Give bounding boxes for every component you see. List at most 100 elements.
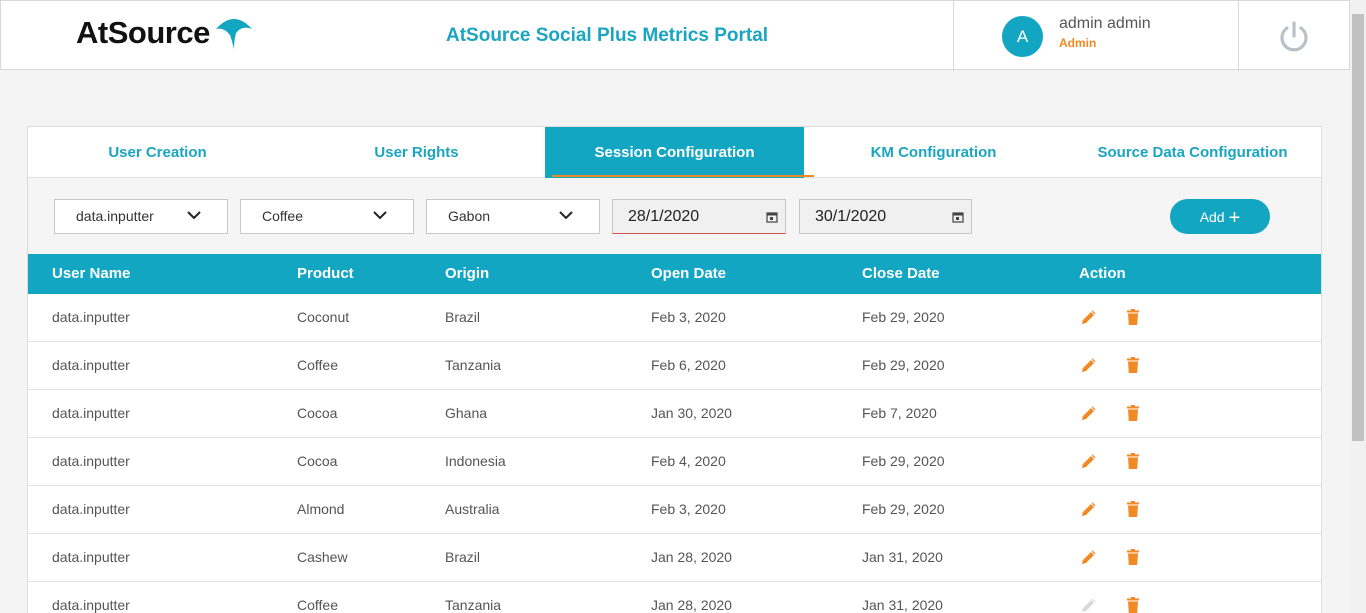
product-cell: Almond	[297, 501, 345, 517]
open-date-input[interactable]: 28/1/2020	[612, 199, 786, 234]
chevron-down-icon	[559, 211, 573, 220]
close-date-cell: Feb 29, 2020	[862, 309, 945, 325]
origin-cell: Australia	[445, 501, 500, 517]
user-name-cell: data.inputter	[52, 405, 130, 421]
close-date-cell: Jan 31, 2020	[862, 549, 943, 565]
user-select[interactable]: data.inputter	[54, 199, 228, 234]
open-date-cell: Feb 3, 2020	[651, 309, 726, 325]
close-date-value: 30/1/2020	[815, 208, 887, 225]
pencil-edit-icon[interactable]	[1080, 308, 1098, 326]
avatar[interactable]: A	[1002, 16, 1043, 57]
app-header: AtSource AtSource Social Plus Metrics Po…	[0, 0, 1350, 71]
pencil-edit-icon[interactable]	[1080, 500, 1098, 518]
column-header-action: Action	[1079, 265, 1126, 282]
table-header: User Name Product Origin Open Date Close…	[28, 254, 1321, 294]
close-date-cell: Feb 29, 2020	[862, 453, 945, 469]
origin-select[interactable]: Gabon	[426, 199, 600, 234]
origin-cell: Indonesia	[445, 453, 506, 469]
leaf-logo-icon	[215, 19, 252, 49]
product-cell: Coffee	[297, 357, 338, 373]
user-name-cell: data.inputter	[52, 309, 130, 325]
origin-cell: Brazil	[445, 549, 481, 565]
table-row: data.inputter Cashew Brazil Jan 28, 2020 Jan…	[28, 534, 1321, 582]
tab-session-configuration[interactable]: Session Configuration	[545, 127, 804, 178]
trash-delete-icon[interactable]	[1124, 452, 1142, 470]
close-date-cell: Feb 29, 2020	[862, 357, 945, 373]
trash-delete-icon[interactable]	[1124, 308, 1142, 326]
power-logout-icon[interactable]	[1277, 20, 1311, 54]
table-row: data.inputter Almond Australia Feb 3, 2020 F…	[28, 486, 1321, 534]
close-date-cell: Feb 7, 2020	[862, 405, 937, 421]
user-name-cell: data.inputter	[52, 549, 130, 565]
open-date-cell: Jan 28, 2020	[651, 597, 732, 613]
user-select-value: data.inputter	[76, 208, 154, 224]
tab-km-configuration[interactable]: KM Configuration	[804, 127, 1063, 178]
tab-bar: User Creation User Rights Session Config…	[28, 127, 1321, 178]
table-row: data.inputter Coffee Tanzania Feb 6, 2020 Fe…	[28, 342, 1321, 390]
trash-delete-icon[interactable]	[1124, 548, 1142, 566]
atsource-logo[interactable]: AtSource	[76, 15, 254, 51]
chevron-down-icon	[187, 211, 201, 220]
pencil-edit-icon[interactable]	[1080, 404, 1098, 422]
trash-delete-icon[interactable]	[1124, 596, 1142, 613]
table-row: data.inputter Coconut Brazil Feb 3, 2020 Feb…	[28, 294, 1321, 342]
calendar-icon[interactable]	[766, 211, 778, 223]
tab-user-rights[interactable]: User Rights	[287, 127, 546, 178]
product-select-value: Coffee	[262, 208, 303, 224]
user-role: Admin	[1059, 36, 1097, 50]
plus-icon: +	[1228, 207, 1241, 229]
trash-delete-icon[interactable]	[1124, 356, 1142, 374]
user-name-cell: data.inputter	[52, 357, 130, 373]
user-name-cell: data.inputter	[52, 453, 130, 469]
tab-user-creation[interactable]: User Creation	[28, 127, 287, 178]
portal-title: AtSource Social Plus Metrics Portal	[446, 25, 769, 46]
calendar-icon[interactable]	[952, 211, 964, 223]
table-row: data.inputter Coffee Tanzania Jan 28, 2020 J…	[28, 582, 1321, 613]
origin-cell: Tanzania	[445, 597, 502, 613]
close-date-input[interactable]: 30/1/2020	[799, 199, 972, 234]
user-name-cell: data.inputter	[52, 501, 130, 517]
open-date-cell: Feb 3, 2020	[651, 501, 726, 517]
column-header-origin[interactable]: Origin	[445, 254, 489, 294]
close-date-cell: Feb 29, 2020	[862, 501, 945, 517]
open-date-value: 28/1/2020	[628, 208, 700, 225]
product-cell: Cocoa	[297, 405, 338, 421]
column-header-user-name[interactable]: User Name	[52, 254, 130, 294]
add-session-button[interactable]: Add +	[1170, 199, 1270, 234]
logo-text: AtSource	[76, 15, 210, 50]
pencil-edit-icon[interactable]	[1080, 548, 1098, 566]
user-name: admin admin	[1059, 15, 1151, 32]
pencil-edit-icon[interactable]	[1080, 596, 1098, 613]
active-tab-indicator	[552, 175, 814, 177]
product-cell: Cocoa	[297, 453, 338, 469]
pencil-edit-icon[interactable]	[1080, 356, 1098, 374]
product-cell: Coconut	[297, 309, 350, 325]
add-button-label: Add	[1199, 209, 1225, 225]
trash-delete-icon[interactable]	[1124, 500, 1142, 518]
column-header-close-date[interactable]: Close Date	[862, 254, 940, 294]
origin-cell: Brazil	[445, 309, 481, 325]
open-date-cell: Jan 30, 2020	[651, 405, 732, 421]
origin-cell: Tanzania	[445, 357, 502, 373]
scrollbar-thumb[interactable]	[1352, 14, 1364, 441]
origin-cell: Ghana	[445, 405, 488, 421]
open-date-cell: Feb 6, 2020	[651, 357, 726, 373]
filter-bar: data.inputter Coffee Gabon 28/1/2020 30/…	[28, 178, 1321, 254]
product-cell: Cashew	[297, 549, 348, 565]
table-row: data.inputter Cocoa Indonesia Feb 4, 2020 Fe…	[28, 438, 1321, 486]
column-header-product[interactable]: Product	[297, 254, 354, 294]
column-header-open-date[interactable]: Open Date	[651, 254, 726, 294]
close-date-cell: Jan 31, 2020	[862, 597, 943, 613]
product-select[interactable]: Coffee	[240, 199, 414, 234]
table-row: data.inputter Cocoa Ghana Jan 30, 2020 Feb 7…	[28, 390, 1321, 438]
configuration-panel: User Creation User Rights Session Config…	[27, 126, 1322, 613]
trash-delete-icon[interactable]	[1124, 404, 1142, 422]
vertical-scrollbar[interactable]	[1350, 0, 1366, 613]
chevron-down-icon	[373, 211, 387, 220]
origin-select-value: Gabon	[448, 208, 491, 224]
open-date-cell: Feb 4, 2020	[651, 453, 726, 469]
pencil-edit-icon[interactable]	[1080, 452, 1098, 470]
product-cell: Coffee	[297, 597, 338, 613]
tab-source-data-configuration[interactable]: Source Data Configuration	[1063, 127, 1322, 178]
user-profile[interactable]: A admin admin Admin	[953, 1, 1239, 71]
